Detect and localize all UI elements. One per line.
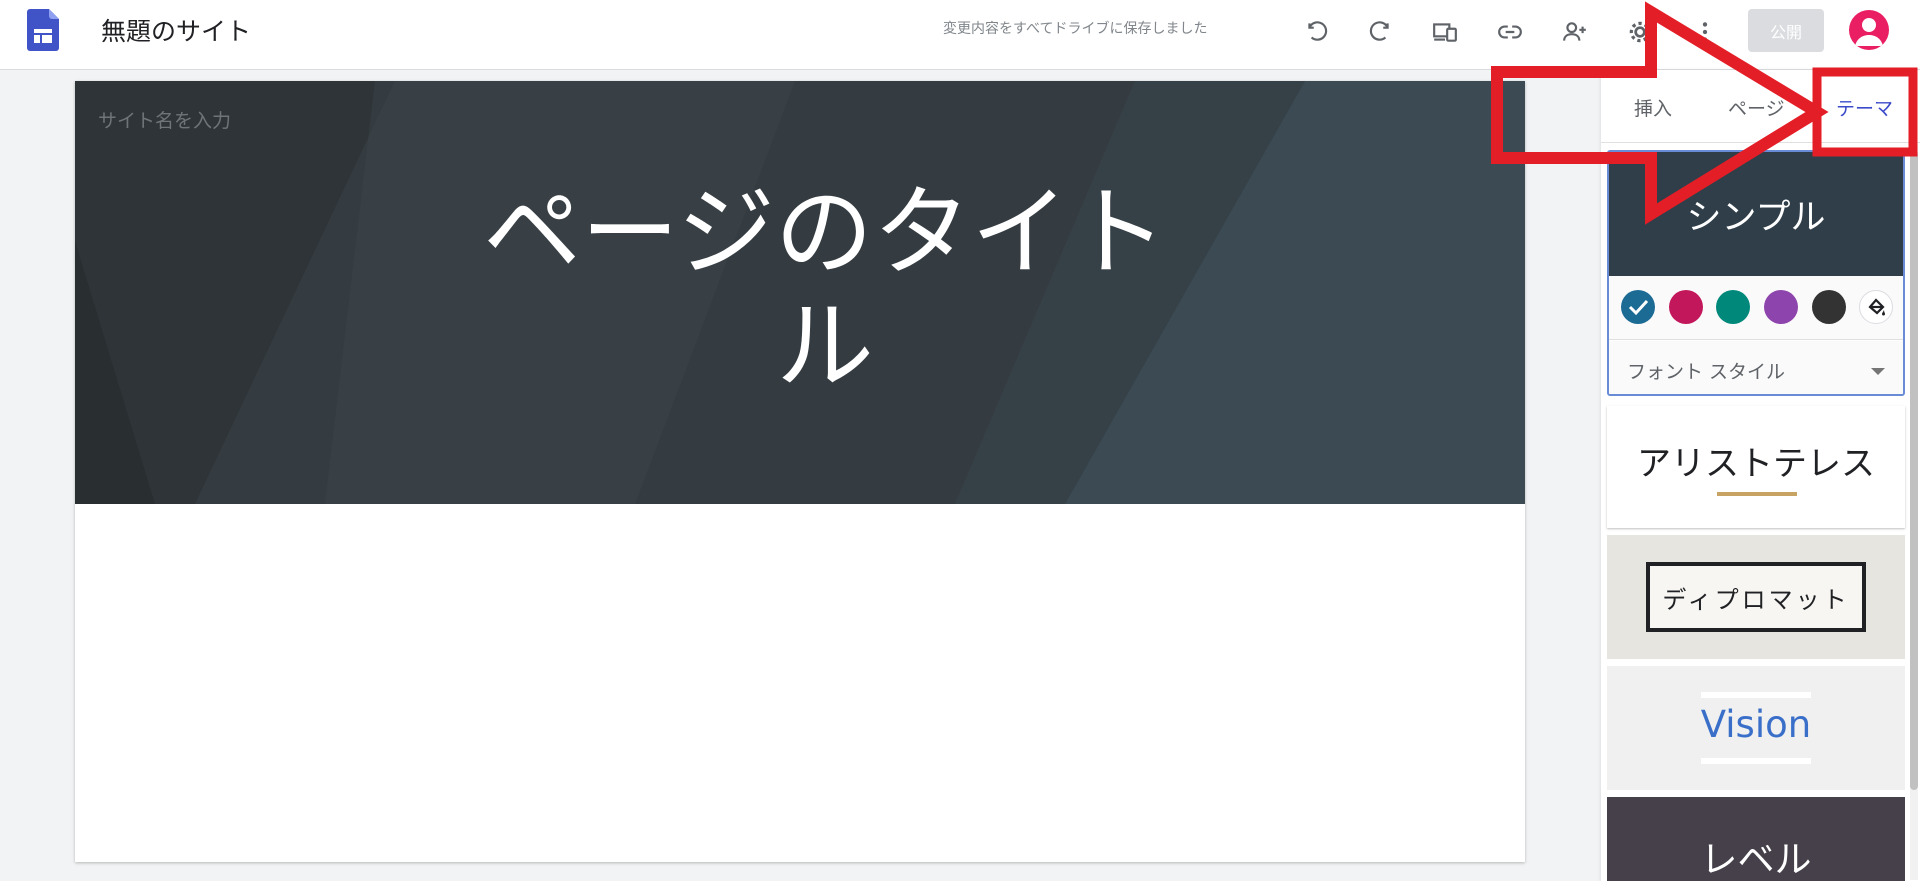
theme-vision-bottom-line bbox=[1701, 758, 1811, 764]
theme-vision-top-line bbox=[1701, 692, 1811, 698]
swatch-purple[interactable] bbox=[1764, 290, 1798, 324]
custom-color-fill-icon[interactable] bbox=[1859, 290, 1893, 324]
top-bar: 無題のサイト 変更内容をすべてドライブに保存しました 公開 bbox=[0, 0, 1920, 70]
link-icon[interactable] bbox=[1495, 17, 1525, 47]
settings-gear-icon[interactable] bbox=[1625, 17, 1655, 47]
theme-card-level[interactable]: レベル bbox=[1607, 797, 1905, 881]
theme-level-label: レベル bbox=[1700, 838, 1812, 881]
panel-tabs: 挿入 ページ テーマ bbox=[1601, 70, 1920, 143]
swatch-pink[interactable] bbox=[1669, 290, 1703, 324]
theme-diplomat-label: ディプロマット bbox=[1646, 562, 1866, 632]
header-banner[interactable]: サイト名を入力 ページのタイト ル bbox=[75, 81, 1525, 504]
theme-vision-label: Vision bbox=[1700, 703, 1812, 746]
swatch-blue-selected[interactable] bbox=[1621, 290, 1655, 324]
share-add-person-icon[interactable] bbox=[1560, 17, 1590, 47]
more-options-icon[interactable] bbox=[1690, 17, 1720, 47]
site-canvas: サイト名を入力 ページのタイト ル bbox=[75, 81, 1525, 862]
theme-card-simple[interactable]: シンプル フォント スタイル bbox=[1607, 150, 1905, 396]
color-swatches bbox=[1609, 276, 1903, 340]
site-title[interactable]: 無題のサイト bbox=[101, 12, 251, 48]
page-title[interactable]: ページのタイト ル bbox=[375, 176, 1275, 404]
page-title-line-2: ル bbox=[775, 290, 874, 404]
user-avatar[interactable] bbox=[1849, 10, 1889, 50]
font-style-dropdown[interactable]: フォント スタイル bbox=[1609, 341, 1903, 394]
tab-pages[interactable]: ページ bbox=[1728, 94, 1785, 121]
preview-devices-icon[interactable] bbox=[1430, 17, 1460, 47]
tab-insert[interactable]: 挿入 bbox=[1634, 94, 1672, 121]
theme-card-vision[interactable]: Vision bbox=[1607, 666, 1905, 790]
theme-card-diplomat[interactable]: ディプロマット bbox=[1607, 535, 1905, 659]
theme-aristotle-label: アリストテレス bbox=[1637, 444, 1875, 484]
undo-icon[interactable] bbox=[1302, 17, 1332, 47]
google-sites-logo-icon[interactable] bbox=[27, 9, 59, 51]
side-panel: 挿入 ページ テーマ シンプル フォント スタイル アリストテレス ディプロマッ… bbox=[1601, 70, 1920, 881]
chevron-down-icon bbox=[1871, 368, 1885, 375]
theme-aristotle-underline bbox=[1717, 492, 1797, 496]
swatch-teal[interactable] bbox=[1716, 290, 1750, 324]
font-style-label: フォント スタイル bbox=[1627, 361, 1786, 383]
theme-simple-label: シンプル bbox=[1609, 152, 1903, 276]
swatch-black[interactable] bbox=[1812, 290, 1846, 324]
publish-button[interactable]: 公開 bbox=[1748, 9, 1824, 52]
page-title-line-1: ページのタイト bbox=[482, 176, 1168, 290]
redo-icon[interactable] bbox=[1365, 17, 1395, 47]
site-name-input[interactable]: サイト名を入力 bbox=[98, 106, 231, 133]
theme-card-aristotle[interactable]: アリストテレス bbox=[1607, 406, 1905, 528]
save-status: 変更内容をすべてドライブに保存しました bbox=[943, 21, 1208, 37]
tab-themes[interactable]: テーマ bbox=[1836, 94, 1893, 121]
panel-scrollbar-thumb[interactable] bbox=[1910, 150, 1918, 790]
